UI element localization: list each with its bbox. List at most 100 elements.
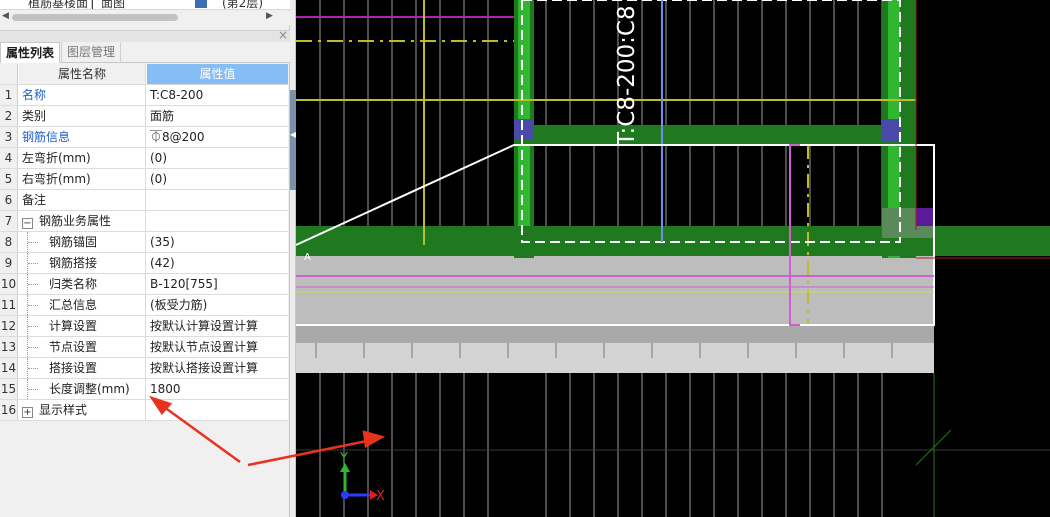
tab-properties[interactable]: 属性列表 xyxy=(0,42,61,63)
slab-gray-band xyxy=(296,325,934,343)
property-group[interactable]: − 钢筋业务属性 xyxy=(19,211,146,231)
property-name: 类别 xyxy=(19,106,146,126)
header-corner xyxy=(0,64,18,84)
table-header: 属性名称 属性值 xyxy=(0,64,288,85)
table-row[interactable]: 3 钢筋信息 ⏁8@200 xyxy=(0,127,288,148)
column-marker-left xyxy=(514,119,534,139)
ucs-axes: X Y xyxy=(339,451,385,504)
property-name: 钢筋锚固 xyxy=(19,232,146,252)
drawing-canvas[interactable]: A X Y T:C8-200:C8 xyxy=(296,0,1050,517)
property-value[interactable]: 按默认搭接设置计算 xyxy=(147,358,288,378)
property-name: 长度调整(mm) xyxy=(19,379,146,399)
rebar-annotation-label[interactable]: T:C8-200:C8 xyxy=(614,5,640,146)
minus-box-icon[interactable]: − xyxy=(22,218,33,229)
header-value: 属性值 xyxy=(147,64,288,84)
row-number: 7 xyxy=(0,211,18,231)
horizontal-scrollbar[interactable]: ◀ ▶ xyxy=(0,11,290,25)
property-name: 钢筋搭接 xyxy=(19,253,146,273)
row-number: 8 xyxy=(0,232,18,252)
scroll-right-icon[interactable]: ▶ xyxy=(266,11,273,21)
dropdown-icon[interactable] xyxy=(195,0,207,8)
beam-horizontal-top xyxy=(514,125,916,145)
drawing-selector-strip: 植筋基楼面 ▏面图 (第2层) xyxy=(0,0,290,10)
table-row[interactable]: 15 长度调整(mm) 1800 xyxy=(0,379,288,400)
table-row[interactable]: 10 归类名称 B-120[755] xyxy=(0,274,288,295)
app-root: { "top_strip": { "left_text": "植筋基楼面 ▏面图… xyxy=(0,0,1050,517)
table-row[interactable]: 14 搭接设置 按默认搭接设置计算 xyxy=(0,358,288,379)
table-row-group[interactable]: 16 + 显示样式 xyxy=(0,400,288,421)
row-number: 6 xyxy=(0,190,18,210)
column-marker-purple xyxy=(916,208,934,226)
floor-label: (第2层) xyxy=(222,0,263,10)
origin-point xyxy=(341,491,349,499)
property-value[interactable]: 1800 xyxy=(147,379,288,399)
group-label: 显示样式 xyxy=(39,403,88,417)
table-row[interactable]: 8 钢筋锚固 (35) xyxy=(0,232,288,253)
property-value[interactable]: (35) xyxy=(147,232,288,252)
tab-layers[interactable]: 图层管理 xyxy=(61,42,122,63)
row-number: 13 xyxy=(0,337,18,357)
scroll-thumb[interactable] xyxy=(12,14,178,21)
drawing-name[interactable]: 植筋基楼面 ▏面图 xyxy=(28,0,125,9)
table-row[interactable]: 12 计算设置 按默认计算设置计算 xyxy=(0,316,288,337)
axis-x-label: X xyxy=(376,489,385,504)
row-number: 9 xyxy=(0,253,18,273)
corner-mark: A xyxy=(304,252,311,263)
property-value[interactable]: 按默认节点设置计算 xyxy=(147,337,288,357)
row-number: 14 xyxy=(0,358,18,378)
table-row[interactable]: 13 节点设置 按默认节点设置计算 xyxy=(0,337,288,358)
row-number: 16 xyxy=(0,400,18,420)
property-name: 钢筋信息 xyxy=(19,127,146,147)
property-name: 归类名称 xyxy=(19,274,146,294)
group-label: 钢筋业务属性 xyxy=(39,214,112,228)
property-value[interactable]: (42) xyxy=(147,253,288,273)
property-value[interactable]: 面筋 xyxy=(147,106,288,126)
property-value[interactable]: (0) xyxy=(147,169,288,189)
property-value[interactable]: B-120[755] xyxy=(147,274,288,294)
row-number: 11 xyxy=(0,295,18,315)
cad-drawing[interactable]: A X Y xyxy=(296,0,1050,517)
row-number: 4 xyxy=(0,148,18,168)
table-row[interactable]: 5 右弯折(mm) (0) xyxy=(0,169,288,190)
property-value[interactable]: 按默认计算设置计算 xyxy=(147,316,288,336)
selected-rebar-outline[interactable] xyxy=(521,0,901,243)
property-name: 节点设置 xyxy=(19,337,146,357)
table-row-group[interactable]: 7 − 钢筋业务属性 xyxy=(0,211,288,232)
property-value xyxy=(147,400,288,420)
table-row[interactable]: 4 左弯折(mm) (0) xyxy=(0,148,288,169)
axis-y-label: Y xyxy=(339,451,348,466)
property-value[interactable] xyxy=(147,190,288,210)
property-value[interactable]: (板受力筋) xyxy=(147,295,288,315)
row-number: 10 xyxy=(0,274,18,294)
property-name: 汇总信息 xyxy=(19,295,146,315)
table-row[interactable]: 2 类别 面筋 xyxy=(0,106,288,127)
slab-light-band xyxy=(296,343,934,373)
property-name: 左弯折(mm) xyxy=(19,148,146,168)
plus-box-icon[interactable]: + xyxy=(22,407,33,418)
panel-tabs: 属性列表 图层管理 xyxy=(0,42,290,63)
property-value xyxy=(147,211,288,231)
property-name: 搭接设置 xyxy=(19,358,146,378)
scroll-left-icon[interactable]: ◀ xyxy=(2,11,9,21)
property-name: 名称 xyxy=(19,85,146,105)
property-value[interactable]: ⏁8@200 xyxy=(147,127,288,147)
property-name: 右弯折(mm) xyxy=(19,169,146,189)
close-icon[interactable]: × xyxy=(278,28,288,42)
panel-separator: × xyxy=(0,28,290,42)
property-value[interactable]: T:C8-200 xyxy=(147,85,288,105)
header-name: 属性名称 xyxy=(19,64,146,84)
row-number: 2 xyxy=(0,106,18,126)
row-number: 15 xyxy=(0,379,18,399)
table-row[interactable]: 6 备注 xyxy=(0,190,288,211)
table-row[interactable]: 11 汇总信息 (板受力筋) xyxy=(0,295,288,316)
property-name: 备注 xyxy=(19,190,146,210)
row-number: 1 xyxy=(0,85,18,105)
row-number: 5 xyxy=(0,169,18,189)
panel-empty-area xyxy=(0,421,288,517)
property-name: 计算设置 xyxy=(19,316,146,336)
property-value[interactable]: (0) xyxy=(147,148,288,168)
table-row[interactable]: 9 钢筋搭接 (42) xyxy=(0,253,288,274)
property-table: 属性名称 属性值 1 名称 T:C8-200 2 类别 面筋 3 钢筋信息 ⏁8… xyxy=(0,64,288,421)
table-row[interactable]: 1 名称 T:C8-200 xyxy=(0,85,288,106)
property-group[interactable]: + 显示样式 xyxy=(19,400,146,420)
